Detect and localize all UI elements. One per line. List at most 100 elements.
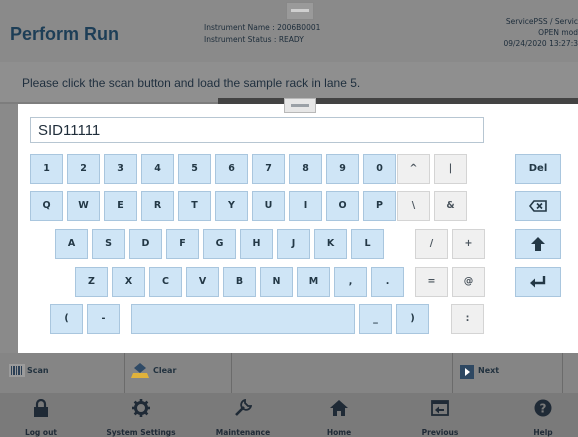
app-header: Perform Run Instrument Name : 2006B0001 …: [0, 0, 578, 62]
onscreen-keyboard: SID11111 1 2 3 4 5 6 7 8 9 0 ^ | Q W E R T Y U I O P \ & A S D F G H J…: [18, 98, 578, 353]
instruction-text: Please click the scan button and load th…: [22, 76, 361, 90]
key-symbol[interactable]: @: [452, 267, 485, 297]
barcode-icon: [9, 364, 25, 377]
clear-label: Clear: [153, 366, 177, 375]
nav-label: Log out: [25, 428, 57, 437]
key-symbol[interactable]: \: [397, 191, 430, 221]
scan-button[interactable]: Scan: [0, 353, 125, 393]
next-label: Next: [478, 366, 500, 375]
key-V[interactable]: V: [186, 267, 219, 297]
key-P[interactable]: P: [363, 191, 396, 221]
delete-key[interactable]: Del: [515, 154, 561, 184]
key-O[interactable]: O: [326, 191, 359, 221]
key-B[interactable]: B: [223, 267, 256, 297]
home-icon: [304, 399, 374, 425]
key-Q[interactable]: Q: [30, 191, 63, 221]
nav-previous[interactable]: Previous: [405, 393, 475, 437]
nav-home[interactable]: Home: [304, 393, 374, 437]
keyboard-drag-handle[interactable]: [284, 98, 316, 113]
key-underscore[interactable]: _: [359, 304, 392, 334]
previous-screen-icon: [405, 399, 475, 425]
key-M[interactable]: M: [297, 267, 330, 297]
key-symbol[interactable]: ^: [397, 154, 430, 184]
clear-icon: [131, 363, 149, 378]
clear-button[interactable]: Clear: [125, 353, 232, 393]
key-,[interactable]: ,: [334, 267, 367, 297]
gear-icon: [106, 399, 176, 425]
key-L[interactable]: L: [351, 229, 384, 259]
key-8[interactable]: 8: [289, 154, 322, 184]
svg-text:?: ?: [540, 402, 547, 416]
nav-label: Maintenance: [215, 428, 271, 437]
key-9[interactable]: 9: [326, 154, 359, 184]
key-symbol[interactable]: |: [434, 154, 467, 184]
next-button[interactable]: Next: [452, 353, 563, 393]
key-Z[interactable]: Z: [75, 267, 108, 297]
key-symbol[interactable]: /: [415, 229, 448, 259]
key-6[interactable]: 6: [215, 154, 248, 184]
key-R[interactable]: R: [141, 191, 174, 221]
key-K[interactable]: K: [314, 229, 347, 259]
nav-log-out[interactable]: Log out: [6, 393, 76, 437]
nav-label: System Settings: [106, 428, 176, 437]
wrench-icon: [208, 398, 278, 425]
nav-maintenance[interactable]: Maintenance: [208, 393, 278, 437]
header-drag-handle[interactable]: [286, 2, 314, 20]
key-J[interactable]: J: [277, 229, 310, 259]
key-5[interactable]: 5: [178, 154, 211, 184]
key-F[interactable]: F: [166, 229, 199, 259]
key-U[interactable]: U: [252, 191, 285, 221]
key-symbol[interactable]: &: [434, 191, 467, 221]
key-7[interactable]: 7: [252, 154, 285, 184]
nav-label: Previous: [421, 428, 459, 437]
nav-system-settings[interactable]: System Settings: [106, 393, 176, 437]
page-title: Perform Run: [10, 24, 120, 44]
instrument-info: Instrument Name : 2006B0001 Instrument S…: [204, 22, 320, 46]
key-C[interactable]: C: [149, 267, 182, 297]
key-X[interactable]: X: [112, 267, 145, 297]
key-H[interactable]: H: [240, 229, 273, 259]
backspace-icon: [528, 200, 547, 212]
sample-id-input[interactable]: SID11111: [30, 117, 484, 143]
next-arrow-icon: [460, 365, 474, 379]
nav-label: Home: [326, 428, 352, 437]
key-4[interactable]: 4: [141, 154, 174, 184]
nav-label: Help: [533, 428, 553, 437]
lock-icon: [6, 398, 76, 425]
key-I[interactable]: I: [289, 191, 322, 221]
key-3[interactable]: 3: [104, 154, 137, 184]
key-symbol[interactable]: =: [415, 267, 448, 297]
key-N[interactable]: N: [260, 267, 293, 297]
bottom-navigation: Log out System Settings Maintenance Home…: [0, 393, 578, 437]
backspace-key[interactable]: [515, 191, 561, 221]
shift-arrow-icon: [531, 237, 545, 251]
user-label: ServicePSS / Servic: [505, 17, 578, 26]
scan-label: Scan: [27, 366, 49, 375]
key-Y[interactable]: Y: [215, 191, 248, 221]
datetime-label: 09/24/2020 13:27:3: [503, 39, 578, 48]
key-S[interactable]: S: [92, 229, 125, 259]
key-1[interactable]: 1: [30, 154, 63, 184]
session-info: ServicePSS / Servic OPEN mod 09/24/2020 …: [503, 16, 578, 49]
key-E[interactable]: E: [104, 191, 137, 221]
key-0[interactable]: 0: [363, 154, 396, 184]
key-open-paren[interactable]: (: [50, 304, 83, 334]
action-bar: Scan Clear Next: [0, 353, 578, 393]
shift-key[interactable]: [515, 229, 561, 259]
key-.[interactable]: .: [371, 267, 404, 297]
enter-key[interactable]: [515, 267, 561, 297]
key-D[interactable]: D: [129, 229, 162, 259]
key-A[interactable]: A: [55, 229, 88, 259]
key-symbol[interactable]: +: [452, 229, 485, 259]
nav-help[interactable]: ? Help: [508, 393, 578, 437]
left-panel-strip: [0, 104, 18, 354]
key-G[interactable]: G: [203, 229, 236, 259]
help-icon: ?: [508, 399, 578, 425]
key-W[interactable]: W: [67, 191, 100, 221]
key-colon[interactable]: :: [451, 304, 484, 334]
key-T[interactable]: T: [178, 191, 211, 221]
key-hyphen[interactable]: -: [87, 304, 120, 334]
key-close-paren[interactable]: ): [396, 304, 429, 334]
key-2[interactable]: 2: [67, 154, 100, 184]
space-key[interactable]: [131, 304, 355, 334]
